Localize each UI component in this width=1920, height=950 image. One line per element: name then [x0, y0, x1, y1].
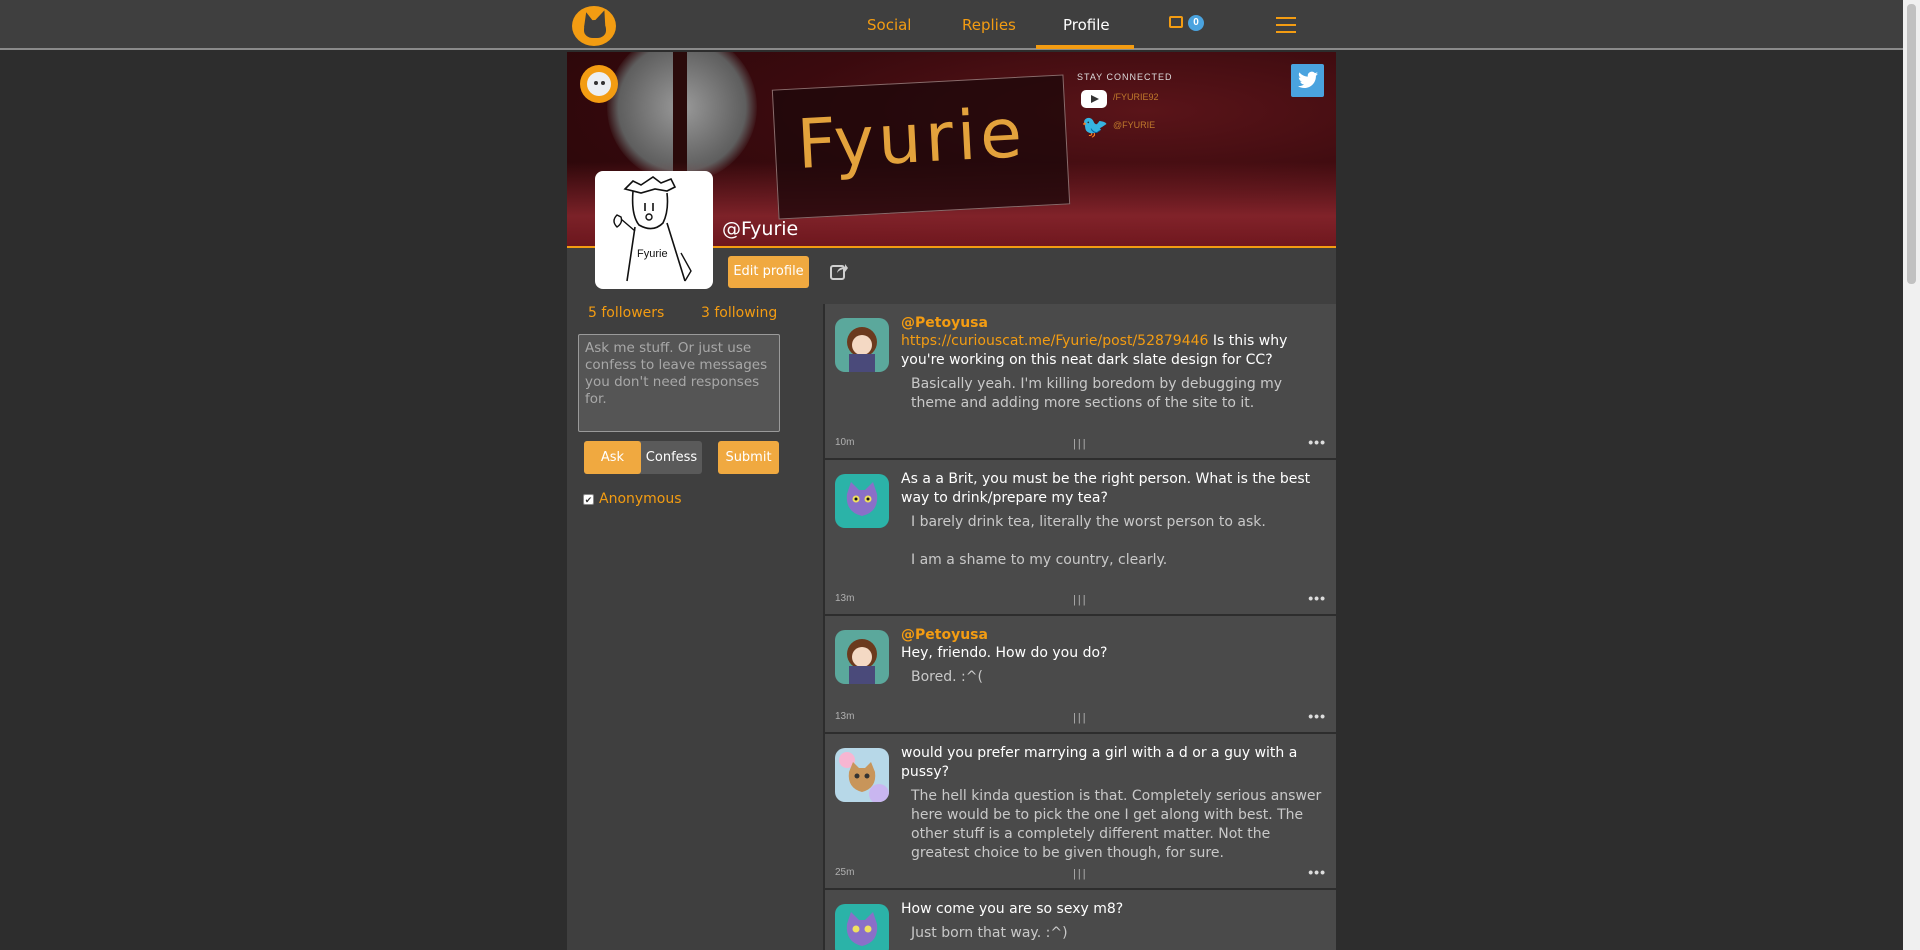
logo-cat-icon[interactable] [572, 6, 616, 46]
nav-social[interactable]: Social [867, 16, 911, 34]
banner-youtube-icon [1081, 90, 1107, 108]
post-timestamp[interactable]: 13m [835, 711, 854, 722]
post-author[interactable]: @Petoyusa [901, 626, 1329, 644]
post-actions[interactable]: ||| [1073, 868, 1088, 880]
anonymous-label[interactable]: Anonymous [599, 491, 682, 507]
post-item: As a a Brit, you must be the right perso… [825, 460, 1336, 614]
user-mini-avatar[interactable] [580, 65, 618, 103]
asker-avatar[interactable] [835, 748, 889, 802]
tab-ask[interactable]: Ask [584, 441, 641, 474]
more-options-icon[interactable]: ••• [1308, 864, 1326, 880]
post-item: @Petoyusa https://curiouscat.me/Fyurie/p… [825, 304, 1336, 458]
post-answer: I barely drink tea, literally the worst … [911, 514, 1266, 568]
post-question: As a a Brit, you must be the right perso… [901, 471, 1311, 506]
post-answer: Basically yeah. I'm killing boredom by d… [911, 376, 1283, 411]
post-actions[interactable]: ||| [1073, 712, 1088, 724]
profile-picture[interactable]: Fyurie [595, 171, 713, 289]
post-timestamp[interactable]: 10m [835, 437, 854, 448]
share-icon[interactable] [830, 262, 848, 280]
nav-replies[interactable]: Replies [962, 16, 1016, 34]
post-timestamp[interactable]: 25m [835, 867, 854, 878]
tab-confess[interactable]: Confess [641, 441, 702, 474]
post-author[interactable]: @Petoyusa [901, 314, 1329, 332]
asker-avatar[interactable] [835, 474, 889, 528]
page-scrollbar[interactable] [1903, 0, 1920, 950]
profile-picture-label: Fyurie [637, 248, 668, 260]
profile-handle: @Fyurie [722, 218, 799, 240]
banner-stay-connected: STAY CONNECTED [1077, 72, 1173, 82]
post-question: Hey, friendo. How do you do? [901, 645, 1108, 661]
anonymous-checkbox[interactable]: ✔ [583, 494, 594, 505]
profile-column: Fyurie STAY CONNECTED /FYURIE92 🐦 @FYURI… [567, 52, 1336, 950]
banner-youtube-handle: /FYURIE92 [1113, 92, 1159, 102]
asker-avatar[interactable] [835, 318, 889, 372]
post-answer: Just born that way. :^) [911, 925, 1068, 941]
hamburger-menu-icon[interactable] [1276, 17, 1296, 35]
post-item: How come you are so sexy m8? Just born t… [825, 890, 1336, 950]
more-options-icon[interactable]: ••• [1308, 434, 1326, 450]
banner-title: Fyurie [795, 94, 1028, 185]
post-question: How come you are so sexy m8? [901, 901, 1124, 917]
ask-mode-toggle: Ask Confess [584, 441, 702, 474]
post-answer: The hell kinda question is that. Complet… [911, 788, 1322, 861]
post-answer: Bored. :^( [911, 669, 983, 685]
asker-avatar[interactable] [835, 904, 889, 950]
post-actions[interactable]: ||| [1073, 438, 1088, 450]
asker-avatar[interactable] [835, 630, 889, 684]
more-options-icon[interactable]: ••• [1308, 708, 1326, 724]
inbox-count-badge[interactable]: 0 [1188, 15, 1204, 31]
submit-button[interactable]: Submit [718, 441, 779, 474]
answers-feed: @Petoyusa https://curiouscat.me/Fyurie/p… [823, 304, 1336, 950]
top-navbar: Social Replies Profile 0 [0, 0, 1903, 50]
post-item: @Petoyusa Hey, friendo. How do you do? B… [825, 616, 1336, 732]
banner-twitter-handle: @FYURIE [1113, 120, 1156, 130]
followers-link[interactable]: 5 followers [588, 305, 664, 321]
post-timestamp[interactable]: 13m [835, 593, 854, 604]
banner-twitter-icon: 🐦 [1081, 114, 1109, 139]
post-item: would you prefer marrying a girl with a … [825, 734, 1336, 888]
more-options-icon[interactable]: ••• [1308, 590, 1326, 606]
following-link[interactable]: 3 following [701, 305, 777, 321]
post-question-link[interactable]: https://curiouscat.me/Fyurie/post/528794… [901, 333, 1208, 349]
post-question: https://curiouscat.me/Fyurie/post/528794… [901, 333, 1288, 368]
post-actions[interactable]: ||| [1073, 594, 1088, 606]
ask-textarea[interactable]: Ask me stuff. Or just use confess to lea… [578, 334, 780, 432]
nav-active-indicator [1036, 45, 1134, 49]
nav-profile[interactable]: Profile [1063, 16, 1110, 34]
inbox-icon[interactable] [1169, 16, 1183, 28]
twitter-icon[interactable] [1291, 64, 1324, 97]
post-question: would you prefer marrying a girl with a … [901, 745, 1298, 780]
edit-profile-button[interactable]: Edit profile [728, 256, 809, 288]
